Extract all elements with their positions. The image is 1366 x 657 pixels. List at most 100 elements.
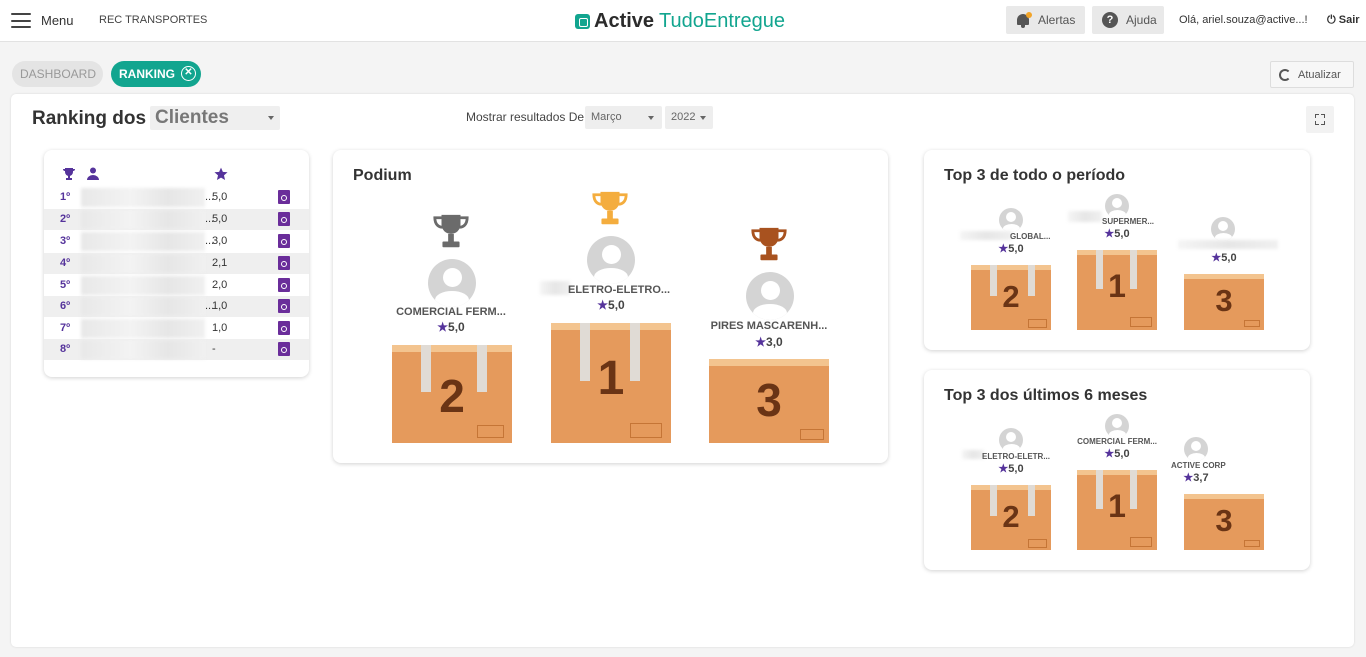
- top-6m-first-name: COMERCIAL FERM...: [1077, 437, 1157, 446]
- rank-position: 6º: [60, 300, 71, 312]
- top-all-first-score: ★5,0: [1077, 227, 1157, 240]
- score-value: 3,7: [1193, 472, 1209, 484]
- avatar: [1105, 414, 1129, 438]
- blurred-client-name: [960, 231, 1012, 240]
- view-details-icon[interactable]: [278, 190, 290, 204]
- from-label: De: [568, 110, 585, 124]
- year-select[interactable]: 2022: [665, 106, 713, 129]
- month-select-value: Março: [591, 111, 622, 123]
- alerts-label: Alertas: [1038, 13, 1076, 27]
- show-results-label: Mostrar resultados De: [466, 110, 584, 124]
- menu-label[interactable]: Menu: [41, 13, 74, 28]
- avatar: [1184, 437, 1208, 461]
- table-row: 3º ... 3,0: [44, 231, 309, 252]
- refresh-button[interactable]: Atualizar: [1270, 61, 1354, 88]
- silver-trophy-icon: [433, 214, 469, 248]
- tab-dashboard[interactable]: DASHBOARD: [12, 61, 103, 87]
- logout-button[interactable]: ⏻ Sair: [1327, 14, 1360, 27]
- star-icon: ★: [1211, 252, 1222, 264]
- blurred-client-name: [81, 340, 205, 359]
- company-name: REC TRANSPORTES: [99, 14, 208, 26]
- view-details-icon[interactable]: [278, 212, 290, 226]
- blurred-client-name: [81, 276, 205, 295]
- page-title: Ranking dos: [32, 108, 147, 129]
- blurred-client-name: [1178, 240, 1278, 249]
- star-icon: ★: [998, 243, 1009, 255]
- blurred-client-name: [81, 254, 205, 273]
- view-details-icon[interactable]: [278, 234, 290, 248]
- blurred-client-name: [540, 281, 570, 295]
- blurred-client-name: [81, 232, 205, 251]
- avatar: [587, 236, 635, 284]
- logo-text-light: TudoEntregue: [659, 9, 786, 32]
- bronze-trophy-icon: [751, 227, 787, 261]
- view-details-icon[interactable]: [278, 299, 290, 313]
- star-icon: ★: [1104, 228, 1115, 240]
- avatar: [999, 208, 1023, 232]
- avatar: [746, 272, 794, 320]
- fullscreen-icon: [1315, 121, 1319, 125]
- month-select[interactable]: Março: [585, 106, 662, 129]
- avatar: [1105, 194, 1129, 218]
- rank-score: 5,0: [212, 213, 228, 225]
- show-results-text: Mostrar resultados: [466, 110, 566, 124]
- logout-label: Sair: [1338, 14, 1360, 26]
- entity-select[interactable]: Clientes: [150, 106, 280, 130]
- blurred-client-name: [81, 297, 205, 316]
- blurred-client-name: [1068, 211, 1102, 222]
- alerts-button[interactable]: Alertas: [1006, 6, 1085, 34]
- view-details-icon[interactable]: [278, 278, 290, 292]
- score-value: 5,0: [1114, 228, 1130, 240]
- view-details-icon[interactable]: [278, 321, 290, 335]
- top-all-box-1: 1: [1077, 250, 1157, 330]
- entity-select-value: Clientes: [155, 107, 229, 128]
- top3-last-6-months-card: Top 3 dos últimos 6 meses ELETRO-ELETR..…: [924, 370, 1310, 570]
- podium-rank-number: 2: [439, 370, 465, 422]
- refresh-icon: [1279, 68, 1291, 81]
- help-button[interactable]: ? Ajuda: [1092, 6, 1164, 34]
- podium-first-name: ELETRO-ELETRO...: [568, 284, 671, 296]
- tab-ranking-label: RANKING: [119, 67, 175, 81]
- star-icon: ★: [1183, 472, 1194, 484]
- podium-card: Podium COMERCIAL FERM... ★5,0 2 ELETRO-E…: [333, 150, 888, 463]
- podium-box-2: 2: [392, 345, 512, 443]
- rank-position: 4º: [60, 257, 71, 269]
- refresh-label: Atualizar: [1298, 68, 1341, 81]
- podium-second-name: COMERCIAL FERM...: [396, 306, 506, 318]
- tab-ranking[interactable]: RANKING ✕: [111, 61, 201, 87]
- view-details-icon[interactable]: [278, 256, 290, 270]
- rank-position: 3º: [60, 235, 71, 247]
- star-icon: ★: [998, 463, 1009, 475]
- top-6m-third-name: ACTIVE CORP: [1171, 461, 1226, 470]
- score-value: 5,0: [608, 298, 625, 312]
- star-icon: [214, 167, 228, 181]
- chevron-down-icon: [700, 116, 706, 120]
- rank-number: 1: [1108, 488, 1126, 524]
- fullscreen-button[interactable]: [1306, 106, 1334, 133]
- rank-score: 2,1: [212, 257, 228, 269]
- view-details-icon[interactable]: [278, 342, 290, 356]
- blurred-client-name: [962, 450, 984, 459]
- podium-rank-number: 3: [756, 374, 782, 426]
- score-value: 5,0: [448, 320, 465, 334]
- rank-score: 3,0: [212, 235, 228, 247]
- top3-all-period-card: Top 3 de todo o período GLOBAL... ★5,0 2…: [924, 150, 1310, 350]
- hamburger-menu-icon[interactable]: [11, 13, 31, 28]
- avatar: [428, 259, 476, 307]
- top-all-box-3: 3: [1184, 274, 1264, 330]
- table-row: 8º -: [44, 339, 309, 360]
- year-select-value: 2022: [671, 111, 696, 123]
- rank-number: 3: [1215, 283, 1233, 318]
- help-icon: ?: [1102, 12, 1118, 28]
- star-icon: ★: [597, 298, 609, 312]
- score-value: 5,0: [1114, 448, 1130, 460]
- top-all-box-2: 2: [971, 265, 1051, 330]
- rank-position: 8º: [60, 343, 71, 355]
- fullscreen-icon: [1315, 114, 1319, 118]
- close-tab-icon[interactable]: ✕: [181, 66, 196, 81]
- podium-rank-number: 1: [597, 352, 625, 405]
- table-row: 2º ... 5,0: [44, 209, 309, 230]
- star-icon: ★: [1104, 448, 1115, 460]
- avatar: [1211, 217, 1235, 241]
- rank-number: 2: [1002, 499, 1020, 534]
